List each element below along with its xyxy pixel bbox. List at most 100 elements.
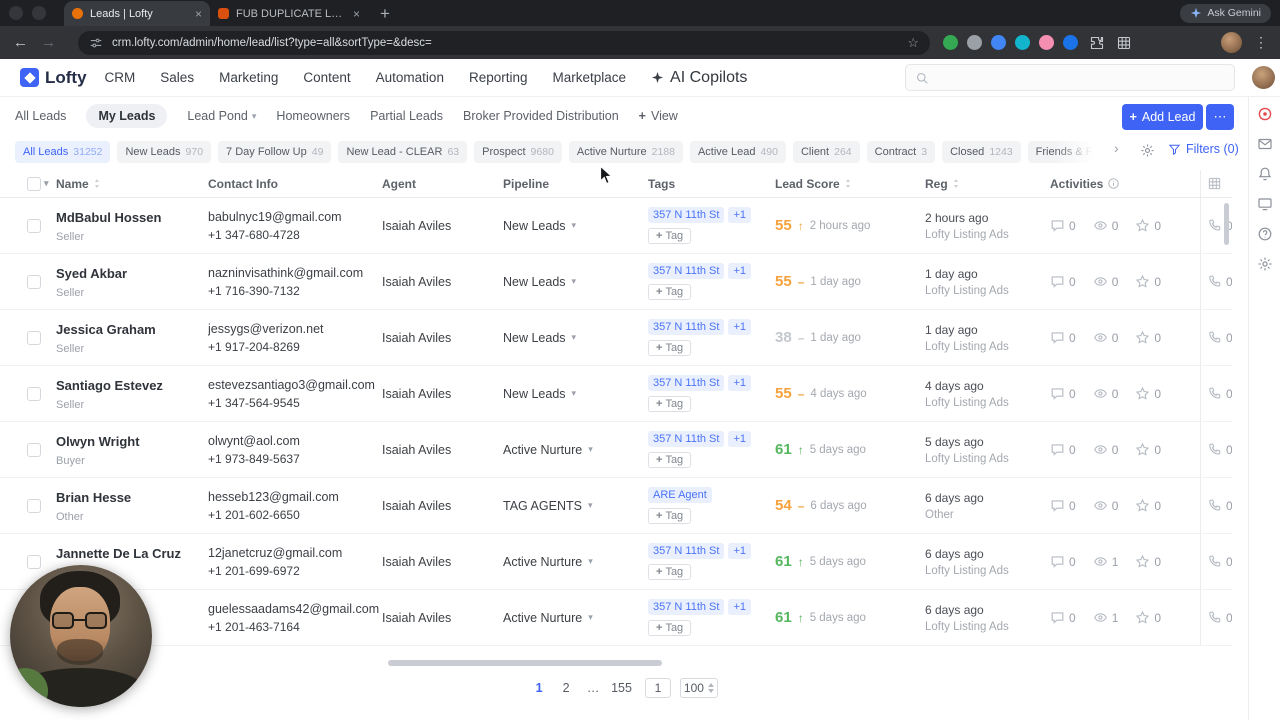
leads-tab-all-leads[interactable]: All Leads: [15, 109, 66, 123]
chips-settings-icon[interactable]: [1140, 143, 1155, 158]
site-settings-icon[interactable]: [89, 36, 103, 50]
lead-phone[interactable]: +1 201-699-6972: [208, 564, 374, 578]
extension-icon-3[interactable]: [991, 35, 1006, 50]
add-tag-button[interactable]: + Tag: [648, 452, 692, 468]
lead-phone[interactable]: +1 201-463-7164: [208, 620, 374, 634]
dialer-icon[interactable]: [1257, 106, 1273, 122]
column-header-lead-score[interactable]: Lead Score: [775, 177, 925, 191]
add-tag-button[interactable]: + Tag: [648, 620, 692, 636]
lead-email[interactable]: guelessaadams42@gmail.com: [208, 602, 379, 616]
filter-chip-prospect[interactable]: Prospect 9680: [474, 141, 562, 163]
chat-stat[interactable]: 0: [1050, 554, 1076, 569]
url-bar[interactable]: crm.lofty.com/admin/home/lead/list?type=…: [78, 30, 930, 55]
window-control-icon[interactable]: [9, 6, 23, 20]
lead-email[interactable]: babulnyc19@gmail.com: [208, 210, 374, 224]
tab-close-icon[interactable]: ×: [353, 7, 360, 21]
table-row[interactable]: Jannette De La Cruz Buyer 12janetcruz@gm…: [0, 534, 1232, 590]
add-tag-button[interactable]: + Tag: [648, 340, 692, 356]
new-tab-button[interactable]: +: [380, 5, 390, 22]
add-lead-button[interactable]: + Add Lead: [1122, 104, 1203, 130]
eye-stat[interactable]: 0: [1093, 386, 1118, 401]
leads-tab-my-leads[interactable]: My Leads: [86, 104, 168, 128]
chat-stat[interactable]: 0: [1050, 218, 1076, 233]
lead-tag[interactable]: +1: [728, 543, 751, 559]
bookmark-star-icon[interactable]: ☆: [907, 35, 919, 51]
tab-close-icon[interactable]: ×: [195, 7, 202, 21]
table-row[interactable]: Syed Akbar Seller nazninvisathink@gmail.…: [0, 254, 1232, 310]
user-avatar[interactable]: [1252, 66, 1275, 89]
pipeline-dropdown[interactable]: New Leads ▾: [503, 387, 648, 401]
lead-phone[interactable]: +1 201-602-6650: [208, 508, 374, 522]
lead-name[interactable]: Olwyn Wright: [56, 434, 140, 449]
nav-item-ai-copilots[interactable]: AI Copilots: [651, 69, 747, 87]
calls-stat[interactable]: 0: [1200, 310, 1232, 365]
extensions-puzzle-icon[interactable]: [1089, 35, 1105, 51]
nav-item-reporting[interactable]: Reporting: [469, 70, 528, 85]
eye-stat[interactable]: 0: [1093, 330, 1118, 345]
add-tag-button[interactable]: + Tag: [648, 508, 692, 524]
calls-stat[interactable]: 0: [1200, 478, 1232, 533]
add-view-button[interactable]: + View: [639, 109, 678, 123]
column-header-contact-info[interactable]: Contact Info: [208, 177, 382, 191]
sort-icon[interactable]: [93, 177, 101, 190]
pipeline-dropdown[interactable]: TAG AGENTS ▾: [503, 499, 648, 513]
eye-stat[interactable]: 0: [1093, 274, 1118, 289]
sort-icon[interactable]: [844, 177, 852, 190]
star-stat[interactable]: 0: [1135, 218, 1161, 233]
horizontal-scrollbar[interactable]: [388, 660, 662, 666]
eye-stat[interactable]: 0: [1093, 218, 1118, 233]
star-stat[interactable]: 0: [1135, 554, 1161, 569]
star-stat[interactable]: 0: [1135, 330, 1161, 345]
lead-tag[interactable]: 357 N 11th St: [648, 431, 725, 447]
lead-name[interactable]: Jessica Graham: [56, 322, 156, 337]
filter-chip-client[interactable]: Client 264: [792, 141, 860, 163]
row-checkbox[interactable]: [27, 218, 41, 233]
sort-icon[interactable]: [952, 177, 960, 190]
nav-item-crm[interactable]: CRM: [105, 70, 136, 85]
filter-chip-contract[interactable]: Contract 3: [866, 141, 936, 163]
calls-stat[interactable]: 0: [1200, 254, 1232, 309]
page-size-select[interactable]: 100: [679, 678, 718, 698]
select-all-checkbox[interactable]: [27, 176, 41, 191]
add-tag-button[interactable]: + Tag: [648, 228, 692, 244]
lead-tag[interactable]: +1: [728, 599, 751, 615]
select-menu-chevron-icon[interactable]: ▾: [44, 178, 49, 189]
table-row[interactable]: Brian Hesse Other hesseb123@gmail.com +1…: [0, 478, 1232, 534]
lead-tag[interactable]: 357 N 11th St: [648, 375, 725, 391]
nav-item-marketplace[interactable]: Marketplace: [553, 70, 627, 85]
eye-stat[interactable]: 0: [1093, 442, 1118, 457]
table-row[interactable]: Olwyn Wright Buyer olwynt@aol.com +1 973…: [0, 422, 1232, 478]
eye-stat[interactable]: 0: [1093, 498, 1118, 513]
forward-button[interactable]: →: [41, 34, 56, 51]
page-button-1[interactable]: 1: [530, 677, 548, 699]
row-checkbox[interactable]: [27, 386, 41, 401]
lead-tag[interactable]: 357 N 11th St: [648, 207, 725, 223]
star-stat[interactable]: 0: [1135, 442, 1161, 457]
lead-tag[interactable]: +1: [728, 319, 751, 335]
eye-stat[interactable]: 1: [1093, 610, 1118, 625]
lead-name[interactable]: Jannette De La Cruz: [56, 546, 181, 561]
lead-name[interactable]: MdBabul Hossen: [56, 210, 161, 225]
column-settings[interactable]: [1200, 170, 1246, 197]
nav-item-content[interactable]: Content: [303, 70, 350, 85]
row-checkbox[interactable]: [27, 442, 41, 457]
ask-gemini-button[interactable]: Ask Gemini: [1180, 3, 1271, 23]
column-header-reg[interactable]: Reg: [925, 177, 1050, 191]
browser-apps-icon[interactable]: [1116, 35, 1132, 51]
filter-chip-active-lead[interactable]: Active Lead 490: [689, 141, 786, 163]
pipeline-dropdown[interactable]: New Leads ▾: [503, 275, 648, 289]
table-row[interactable]: Santiago Estevez Seller estevezsantiago3…: [0, 366, 1232, 422]
lofty-logo[interactable]: Lofty: [20, 68, 87, 88]
browser-menu-icon[interactable]: ⋮: [1254, 34, 1268, 51]
chat-stat[interactable]: 0: [1050, 386, 1076, 401]
filter-chip-active-nurture[interactable]: Active Nurture 2188: [568, 141, 683, 163]
leads-tab-broker-provided-distribution[interactable]: Broker Provided Distribution: [463, 109, 619, 123]
lead-phone[interactable]: +1 973-849-5637: [208, 452, 374, 466]
lead-name[interactable]: Brian Hesse: [56, 490, 131, 505]
star-stat[interactable]: 0: [1135, 498, 1161, 513]
filter-chip-new-lead-clear[interactable]: New Lead - CLEAR 63: [338, 141, 468, 163]
leads-tab-lead-pond[interactable]: Lead Pond ▾: [187, 109, 256, 123]
pipeline-dropdown[interactable]: Active Nurture ▾: [503, 555, 648, 569]
nav-item-marketing[interactable]: Marketing: [219, 70, 278, 85]
lead-phone[interactable]: +1 347-680-4728: [208, 228, 374, 242]
